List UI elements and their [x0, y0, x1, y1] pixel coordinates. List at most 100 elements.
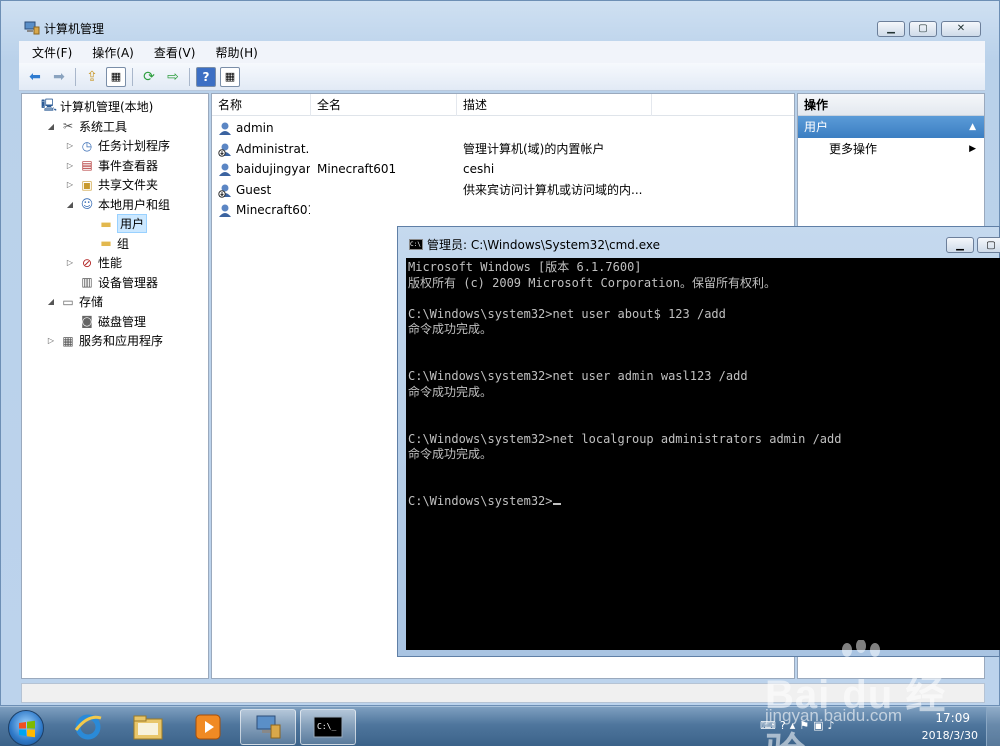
cmd-icon: C:\: [409, 239, 423, 250]
console-line-text: C:\Windows\system32>net localgroup admin…: [408, 431, 842, 446]
clock-time[interactable]: 17:09: [935, 711, 970, 725]
show-hide-action-pane-icon[interactable]: ▦: [220, 66, 240, 87]
menu-help[interactable]: 帮助(H): [202, 44, 264, 61]
tree-item[interactable]: ▬ 用户: [22, 214, 208, 234]
windows-logo-icon: [19, 720, 35, 738]
cell-name: Guest: [236, 182, 272, 197]
tree-item[interactable]: ◢ ✂ 系统工具: [22, 117, 208, 137]
tree-item[interactable]: ▥ 设备管理器: [22, 273, 208, 293]
user-icon: [219, 163, 231, 177]
shared-folder-icon: ▣: [81, 177, 93, 192]
table-row[interactable]: Minecraft601: [212, 200, 794, 220]
tree-item[interactable]: ▷ ▣ 共享文件夹: [22, 175, 208, 195]
tree-item[interactable]: ◢ ☺ 本地用户和组: [22, 195, 208, 215]
menu-action[interactable]: 操作(A): [79, 44, 141, 61]
expand-tray-icon[interactable]: ▴: [790, 719, 796, 732]
storage-icon: ▭: [62, 294, 74, 309]
volume-icon[interactable]: ♪: [828, 719, 835, 732]
tree-item[interactable]: ▷ ⊘ 性能: [22, 253, 208, 273]
tree-item-label: 事件查看器: [98, 158, 159, 173]
tree-item[interactable]: 🖳 计算机管理(本地): [22, 97, 208, 117]
title-bar[interactable]: 计算机管理 ▁ ▢ ✕: [1, 1, 1000, 41]
tree-item-label: 任务计划程序: [98, 139, 171, 154]
cell-fullname: Minecraft601: [317, 162, 397, 177]
tree-item-label: 系统工具: [79, 119, 128, 134]
expand-arrow-icon[interactable]: ▷: [45, 336, 57, 345]
tree-item[interactable]: ▷ ▤ 事件查看器: [22, 156, 208, 176]
tree-item[interactable]: ◢ ▭ 存储: [22, 292, 208, 312]
internet-explorer-icon[interactable]: [60, 709, 116, 745]
cmd-minimize-button[interactable]: ▁: [946, 237, 974, 253]
table-row[interactable]: Guest 供来宾访问计算机或访问域的内...: [212, 180, 794, 200]
more-actions-item[interactable]: 更多操作 ▶: [798, 138, 984, 160]
expand-arrow-icon[interactable]: ▷: [64, 141, 76, 150]
collapse-arrow-icon[interactable]: ◢: [64, 200, 76, 209]
refresh-icon[interactable]: ⟳: [139, 67, 159, 87]
action-pane-header: 操作: [798, 94, 984, 116]
help-icon[interactable]: ?: [196, 66, 216, 87]
clock-icon: ◷: [81, 138, 93, 153]
collapse-arrow-icon[interactable]: ◢: [45, 297, 57, 306]
close-button[interactable]: ✕: [941, 21, 981, 37]
column-header-fullname[interactable]: 全名: [311, 94, 457, 116]
more-actions-label: 更多操作: [829, 142, 878, 156]
cmd-task-icon[interactable]: C:\_: [300, 709, 356, 745]
explorer-folder-icon[interactable]: [120, 709, 176, 745]
menu-view[interactable]: 查看(V): [141, 44, 203, 61]
tree-item[interactable]: ▬ 组: [22, 234, 208, 254]
start-button[interactable]: [8, 710, 44, 746]
forward-arrow-icon[interactable]: ➡: [49, 67, 69, 87]
show-hide-tree-icon[interactable]: ▦: [106, 66, 126, 87]
collapse-triangle-icon[interactable]: ▲: [969, 116, 976, 138]
maximize-button[interactable]: ▢: [909, 21, 937, 37]
show-desktop-button[interactable]: [986, 707, 1000, 746]
collapse-arrow-icon[interactable]: ◢: [45, 122, 57, 131]
user-icon: [219, 122, 231, 135]
menu-file[interactable]: 文件(F): [19, 44, 79, 61]
tree-item-label: 用户: [117, 214, 148, 234]
export-list-icon[interactable]: ⇨: [163, 67, 183, 87]
cell-description: 供来宾访问计算机或访问域的内...: [463, 182, 643, 197]
cell-name: baidujingyan: [236, 162, 310, 177]
toolbar-separator: [132, 67, 133, 86]
tree-item-label: 存储: [79, 295, 104, 310]
action-center-icon[interactable]: ⚑: [799, 719, 809, 732]
tree-item[interactable]: ▷ ▦ 服务和应用程序: [22, 331, 208, 351]
console-line: C:\Windows\system32>net user about$ 123 …: [408, 307, 999, 323]
expand-arrow-icon[interactable]: ▷: [64, 161, 76, 170]
expand-arrow-icon[interactable]: ▷: [64, 180, 76, 189]
cell-name: Administrat...: [236, 141, 310, 156]
table-row[interactable]: admin: [212, 118, 794, 138]
cmd-maximize-button[interactable]: ▢: [977, 237, 1000, 253]
action-section-users[interactable]: 用户 ▲: [798, 116, 984, 138]
table-row[interactable]: baidujingyan Minecraft601 ceshi: [212, 159, 794, 179]
console-output[interactable]: Microsoft Windows [版本 6.1.7600] 版权所有 (c) …: [406, 258, 1000, 650]
column-header-description[interactable]: 描述: [457, 94, 652, 116]
back-arrow-icon[interactable]: ⬅: [25, 67, 45, 87]
minimize-button[interactable]: ▁: [877, 21, 905, 37]
up-folder-icon[interactable]: ⇪: [82, 67, 102, 87]
services-icon: ▦: [62, 333, 74, 348]
status-bar: [21, 683, 985, 703]
tree-item[interactable]: ▷ ◷ 任务计划程序: [22, 136, 208, 156]
tree-item[interactable]: ◙ 磁盘管理: [22, 312, 208, 332]
computer-management-task-icon[interactable]: [240, 709, 296, 745]
table-row[interactable]: Administrat... 管理计算机(域)的内置帐户: [212, 139, 794, 159]
help-tray-icon[interactable]: ?: [780, 719, 786, 732]
clock-date[interactable]: 2018/3/30: [922, 729, 978, 742]
users-groups-icon: ☺: [80, 197, 94, 212]
system-tray: ⌨ ? ▴ ⚑ ▣ ♪ 17:09 2018/3/30: [750, 707, 1000, 746]
column-header-name[interactable]: 名称: [212, 94, 311, 116]
cmd-window: C:\ 管理员: C:\Windows\System32\cmd.exe ▁ ▢…: [397, 226, 1000, 657]
expand-arrow-icon[interactable]: ▷: [64, 258, 76, 267]
cmd-window-title: 管理员: C:\Windows\System32\cmd.exe: [427, 238, 660, 252]
keyboard-icon[interactable]: ⌨: [760, 719, 776, 732]
network-icon[interactable]: ▣: [813, 719, 823, 732]
console-line: Microsoft Windows [版本 6.1.7600]: [408, 260, 999, 276]
media-player-icon[interactable]: [180, 709, 236, 745]
tree-item-label: 服务和应用程序: [79, 334, 164, 349]
